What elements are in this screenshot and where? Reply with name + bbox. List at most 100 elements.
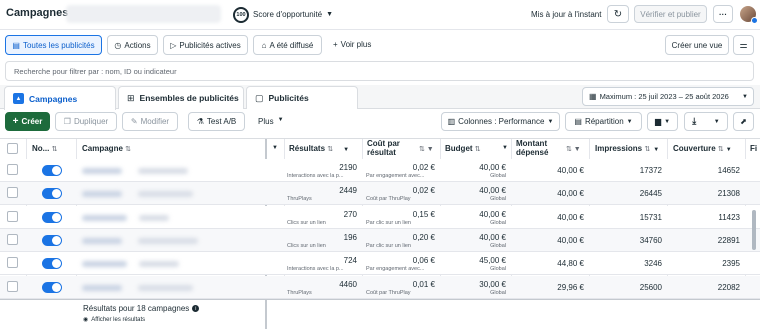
select-all-checkbox[interactable] bbox=[7, 143, 18, 154]
chevron-down-icon[interactable]: ▼ bbox=[272, 145, 278, 151]
col-status[interactable]: No... ⇅ bbox=[32, 144, 57, 153]
row-checkbox[interactable] bbox=[7, 187, 18, 199]
tab-campaigns[interactable]: ▲ Campagnes bbox=[4, 86, 116, 110]
col-results[interactable]: Résultats ⇅ ▼ bbox=[289, 144, 349, 153]
send-icon: ▷ bbox=[170, 40, 177, 50]
verify-publish-button[interactable]: Vérifier et publier bbox=[634, 5, 707, 23]
campaign-toggle[interactable] bbox=[42, 165, 62, 176]
opportunity-score[interactable]: 100 Score d'opportunité ▼ bbox=[233, 6, 333, 23]
duplicate-button[interactable]: ❐ Dupliquer bbox=[55, 112, 117, 131]
sort-icon: ⇅ bbox=[51, 146, 58, 153]
cell-cost-type: Par engagement avec... bbox=[366, 173, 425, 179]
campaign-toggle[interactable] bbox=[42, 258, 62, 270]
date-range-label: Maximum : 25 juil 2023 – 25 août 2026 bbox=[599, 92, 729, 101]
col-amount-spent[interactable]: Montant dépensé bbox=[516, 139, 548, 157]
cell-results: 4460 bbox=[339, 279, 357, 289]
filter-was-shared[interactable]: ⌂ A été diffusé bbox=[253, 35, 322, 55]
refresh-button[interactable]: ↻ bbox=[607, 5, 629, 23]
col-impressions[interactable]: Impressions ⇅ ▼ bbox=[595, 144, 659, 153]
table-row[interactable]: 2449 ThruPlays 0,02 € Coût par ThruPlay 40,0… bbox=[0, 182, 760, 206]
col-campaign[interactable]: Campagne ⇅ bbox=[82, 144, 131, 153]
col-budget-label: Budget bbox=[445, 144, 473, 153]
campaign-toggle[interactable] bbox=[42, 211, 62, 223]
columns-button[interactable]: ▥ Colonnes : Performance ▼ bbox=[441, 112, 560, 131]
cell-reach: 2395 bbox=[722, 259, 740, 269]
filter-was-shared-label: A été diffusé bbox=[269, 40, 314, 50]
table-row[interactable]: 270 Clics sur un lien 0,15 € Par clic sur u… bbox=[0, 205, 760, 229]
table-row[interactable]: 724 Interactions avec la p... 0,06 € Par en… bbox=[0, 252, 760, 276]
filter-actions[interactable]: ◷ Actions bbox=[107, 35, 158, 55]
cell-reach: 14652 bbox=[717, 166, 740, 175]
cell-results-type: Interactions avec la p... bbox=[287, 266, 344, 273]
see-more-label: Voir plus bbox=[340, 40, 372, 49]
info-icon[interactable]: i bbox=[192, 305, 200, 312]
campaign-icon: ▲ bbox=[13, 93, 24, 104]
sort-icon: ⇅ bbox=[474, 146, 481, 153]
more-dropdown[interactable]: Plus ▼ bbox=[258, 117, 284, 126]
campaign-toggle[interactable] bbox=[42, 281, 62, 293]
date-range-picker[interactable]: ▦ Maximum : 25 juil 2023 – 25 août 2026 … bbox=[582, 87, 754, 106]
campaign-name-redacted[interactable] bbox=[82, 214, 127, 221]
campaign-toggle[interactable] bbox=[42, 234, 62, 246]
table-row[interactable]: 2190 Interactions avec la p... 0,02 € Par e… bbox=[0, 159, 760, 182]
ab-test-button[interactable]: ⚗ Test A/B bbox=[188, 112, 245, 131]
sort-icon: ⇅ bbox=[717, 146, 724, 153]
search-input[interactable]: Recherche pour filtrer par : nom, ID ou … bbox=[5, 61, 754, 81]
chevron-down-icon: ▼ bbox=[326, 11, 334, 18]
table-row[interactable]: 196 Clics sur un lien 0,20 € Par clic sur u… bbox=[0, 228, 760, 252]
row-checkbox[interactable] bbox=[7, 280, 18, 292]
account-selector[interactable] bbox=[66, 5, 221, 23]
see-more-button[interactable]: + Voir plus bbox=[333, 40, 371, 49]
campaign-name-redacted[interactable] bbox=[82, 191, 122, 198]
col-reach[interactable]: Couverture ⇅ ▼ bbox=[673, 144, 732, 153]
cell-budget: 30,00 € bbox=[479, 279, 506, 289]
sort-icon: ⇅ bbox=[327, 146, 334, 153]
chart-button[interactable]: ⬈ bbox=[733, 112, 754, 131]
campaign-toggle[interactable] bbox=[42, 188, 62, 200]
campaign-name-redacted bbox=[139, 214, 170, 221]
cell-reach: 21308 bbox=[717, 189, 740, 199]
cell-budget: 45,00 € bbox=[479, 256, 506, 266]
table-row[interactable]: 4460 ThruPlays 0,01 € Coût par ThruPlay 30,0… bbox=[0, 275, 760, 299]
row-checkbox[interactable] bbox=[7, 257, 18, 269]
cell-budget-type: Global bbox=[490, 266, 506, 273]
plus-icon: + bbox=[12, 116, 19, 127]
cell-impressions: 17372 bbox=[639, 166, 662, 175]
row-checkbox[interactable] bbox=[7, 164, 18, 175]
cell-cost-type: Par engagement avec... bbox=[366, 266, 425, 273]
export-button[interactable]: ⤓ ▼ bbox=[684, 112, 728, 131]
sort-icon[interactable]: ⇅ ▼ bbox=[419, 145, 434, 153]
row-checkbox[interactable] bbox=[7, 210, 18, 222]
filter-settings-button[interactable]: ⚌ bbox=[733, 35, 754, 55]
breakdown-button[interactable]: ▤ Répartition ▼ bbox=[565, 112, 642, 131]
col-results-label: Résultats bbox=[289, 144, 326, 153]
show-results-link[interactable]: ◉ Afficher les résultats bbox=[83, 316, 145, 324]
row-checkbox[interactable] bbox=[7, 233, 18, 245]
campaign-name-redacted[interactable] bbox=[82, 237, 122, 244]
sort-icon[interactable]: ⇅ ▼ bbox=[566, 145, 581, 153]
sort-icon: ⇅ bbox=[644, 146, 651, 153]
edit-button[interactable]: ✎ Modifier bbox=[122, 112, 178, 131]
filter-active-ads[interactable]: ▷ Publicités actives bbox=[163, 35, 248, 55]
col-cost-per-result[interactable]: Coût par résultat bbox=[367, 139, 400, 157]
campaign-name-redacted[interactable] bbox=[82, 284, 122, 291]
tab-adsets[interactable]: ⊞ Ensembles de publicités bbox=[118, 86, 244, 109]
cell-spent: 40,00 € bbox=[557, 235, 584, 245]
chevron-down-icon: ▼ bbox=[626, 118, 633, 125]
reports-button[interactable]: ▆ ▼ bbox=[647, 112, 678, 131]
cell-impressions: 15731 bbox=[639, 212, 662, 222]
filter-all-ads[interactable]: ▤ Toutes les publicités bbox=[5, 35, 102, 55]
more-options-button[interactable]: ··· bbox=[713, 5, 733, 23]
campaign-name-redacted[interactable] bbox=[82, 168, 122, 174]
col-reach-label: Couverture bbox=[673, 144, 716, 153]
col-extra[interactable]: Fi bbox=[750, 144, 757, 153]
vertical-scrollbar[interactable] bbox=[752, 210, 756, 250]
chevron-down-icon[interactable]: ▼ bbox=[502, 145, 508, 151]
create-button[interactable]: + Créer bbox=[5, 112, 50, 131]
campaign-name-redacted[interactable] bbox=[82, 261, 127, 268]
create-view-button[interactable]: Créer une vue bbox=[665, 35, 729, 55]
col-budget[interactable]: Budget ⇅ bbox=[445, 144, 481, 153]
tab-ads[interactable]: ▢ Publicités bbox=[246, 86, 358, 109]
cell-budget: 40,00 € bbox=[479, 163, 506, 172]
col-cost-label-1: Coût par bbox=[367, 139, 400, 148]
